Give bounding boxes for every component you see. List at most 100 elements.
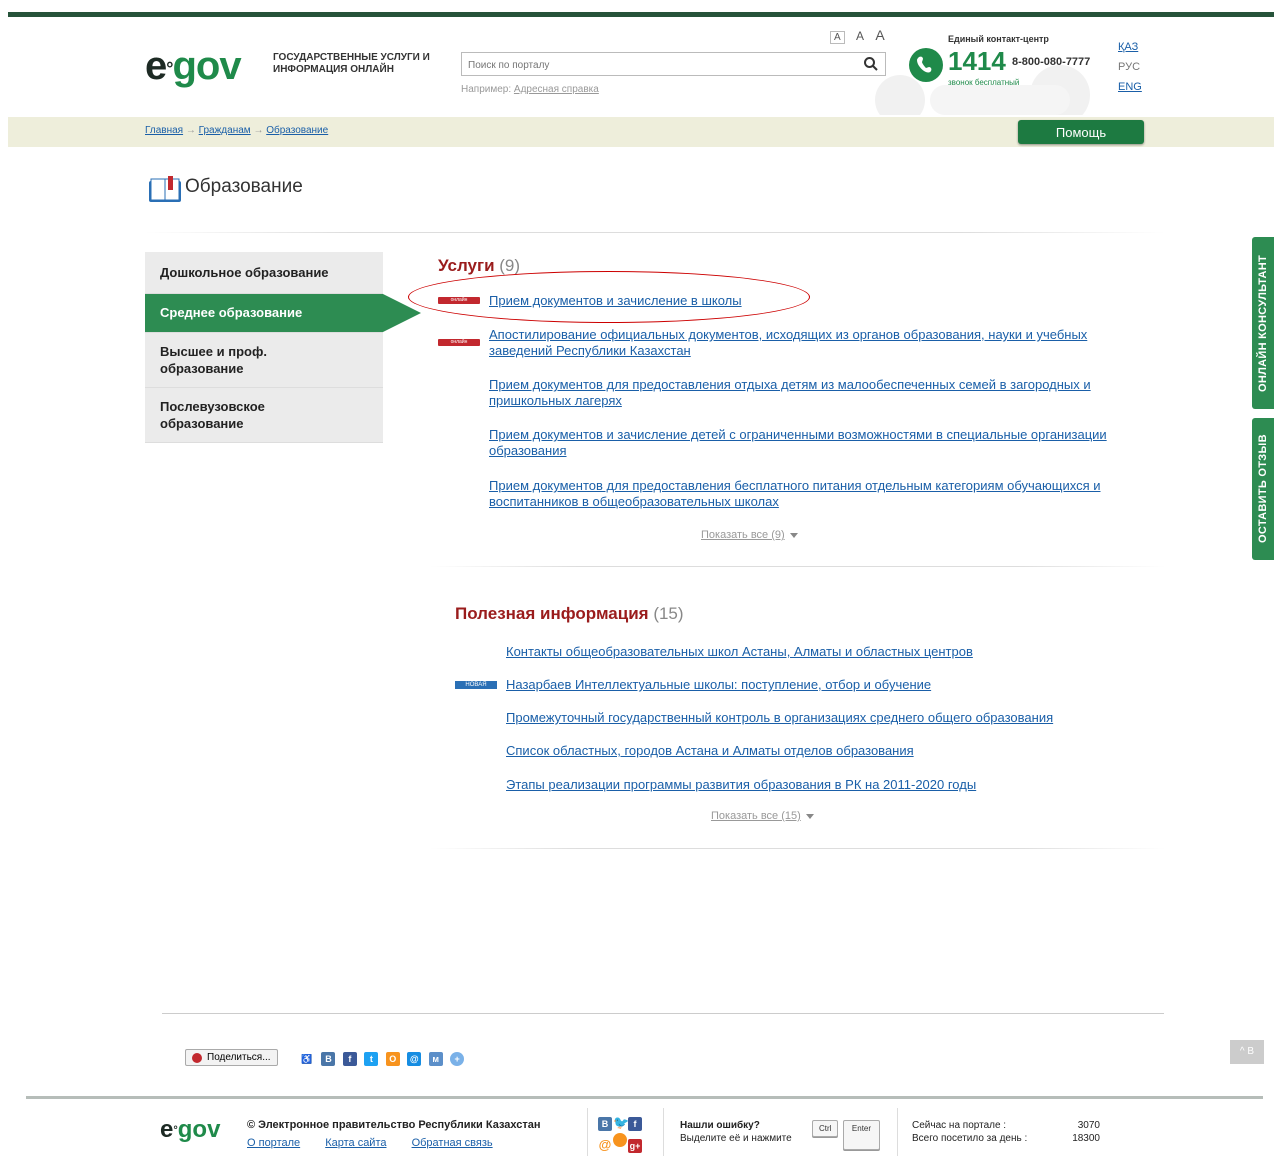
service-link[interactable]: Прием документов и зачисление детей с ог… <box>489 427 1149 459</box>
info-link[interactable]: Контакты общеобразовательных школ Астаны… <box>506 644 973 659</box>
stat-day-value: 18300 <box>1072 1133 1100 1144</box>
services-title: Услуги <box>438 256 495 275</box>
stat-day-label: Всего посетило за день : <box>912 1133 1028 1144</box>
breadcrumb-arrow-icon: → <box>253 125 267 136</box>
egov-logo[interactable]: e°gov <box>145 46 242 88</box>
chevron-down-icon <box>789 532 798 538</box>
info-link[interactable]: Этапы реализации программы развития обра… <box>506 777 976 792</box>
odnoklassniki-icon[interactable] <box>613 1133 627 1147</box>
useful-info-title: Полезная информация <box>455 604 649 623</box>
sidebar-item-label: Послевузовское образование <box>160 399 265 431</box>
phone-free-note: звонок бесплатный <box>948 78 1020 87</box>
footer-separator <box>897 1108 898 1156</box>
accessibility-icon[interactable]: ♿ <box>300 1052 314 1066</box>
service-link[interactable]: Прием документов для предоставления бесп… <box>489 478 1149 510</box>
mailru-icon[interactable]: @ <box>598 1138 612 1152</box>
footer-copyright: © Электронное правительство Республики К… <box>247 1119 541 1131</box>
footer-link-about[interactable]: О портале <box>247 1137 300 1149</box>
phone-alt-number: 8-800-080-7777 <box>1012 56 1091 68</box>
sidebar-item-label: Среднее образование <box>160 305 303 320</box>
online-badge: онлайн <box>438 339 480 346</box>
example-label: Например: <box>461 84 512 95</box>
online-consultant-tab[interactable]: ОНЛАЙН КОНСУЛЬТАНТ <box>1252 237 1274 409</box>
google-plus-icon[interactable]: g+ <box>628 1139 642 1153</box>
breadcrumb-education[interactable]: Образование <box>266 125 328 136</box>
bottom-divider <box>162 1013 1164 1014</box>
breadcrumb-home[interactable]: Главная <box>145 125 183 136</box>
service-link[interactable]: Прием документов для предоставления отды… <box>489 377 1149 409</box>
sidebar-item-postgraduate[interactable]: Послевузовское образование <box>145 388 383 443</box>
search-box <box>461 52 886 76</box>
enter-key: Enter <box>842 1120 881 1150</box>
share-button[interactable]: Поделиться... <box>185 1049 278 1066</box>
font-size-medium[interactable]: A <box>856 29 864 43</box>
lang-kaz[interactable]: ҚАЗ <box>1118 41 1138 53</box>
contact-center-title: Единый контакт-центр <box>948 34 1049 44</box>
info-link[interactable]: Назарбаев Интеллектуальные школы: поступ… <box>506 677 931 692</box>
footer-link-feedback[interactable]: Обратная связь <box>412 1137 493 1149</box>
book-icon <box>149 176 181 202</box>
font-size-switcher: A A A <box>830 27 893 44</box>
sidebar: Дошкольное образование Среднее образован… <box>145 252 421 443</box>
breadcrumb-citizens[interactable]: Гражданам <box>199 125 251 136</box>
service-link[interactable]: Апостилирование официальных документов, … <box>489 327 1149 359</box>
useful-info-count: (15) <box>653 604 684 623</box>
search-input[interactable] <box>466 54 850 76</box>
twitter-icon[interactable]: 🐦 <box>613 1116 629 1130</box>
sidebar-item-secondary[interactable]: Среднее образование <box>145 294 421 333</box>
vk-icon[interactable]: В <box>321 1051 336 1066</box>
twitter-icon[interactable]: t <box>364 1051 379 1066</box>
services-count: (9) <box>499 256 521 275</box>
share-block: Поделиться... <box>185 1049 278 1066</box>
new-badge: НОВАЯ <box>455 681 497 689</box>
share-icon <box>192 1052 202 1063</box>
sidebar-item-higher[interactable]: Высшее и проф. образование <box>145 333 383 388</box>
vk-icon[interactable]: В <box>598 1117 612 1131</box>
feedback-tab[interactable]: ОСТАВИТЬ ОТЗЫВ <box>1252 418 1274 560</box>
social-icons: ♿ В f t О @ м + <box>300 1050 467 1068</box>
services-show-all[interactable]: Показать все (9) <box>701 529 798 541</box>
footer-egov-logo[interactable]: e°gov <box>160 1116 220 1144</box>
sidebar-item-label: Дошкольное образование <box>160 265 329 280</box>
info-show-all[interactable]: Показать все (15) <box>711 810 814 822</box>
keyboard-shortcut: Ctrl Enter <box>812 1118 881 1150</box>
breadcrumb: Главная → Гражданам → Образование <box>145 125 328 136</box>
visitor-stats-labels: Сейчас на портале : Всего посетило за де… <box>912 1119 1027 1145</box>
footer-separator <box>587 1108 588 1156</box>
services-divider <box>430 566 1165 567</box>
footer-link-sitemap[interactable]: Карта сайта <box>325 1137 386 1149</box>
visitor-stats-values: 3070 18300 <box>1068 1119 1100 1145</box>
scroll-to-top-button[interactable]: ^ В <box>1230 1040 1264 1064</box>
lang-rus[interactable]: РУС <box>1118 61 1140 73</box>
highlight-ellipse <box>408 271 810 323</box>
moi-mir-icon[interactable]: м <box>428 1051 443 1066</box>
sidebar-item-preschool[interactable]: Дошкольное образование <box>145 252 383 294</box>
error-title: Нашли ошибку? <box>680 1120 760 1131</box>
footer-links: О портале Карта сайта Обратная связь <box>247 1137 515 1149</box>
services-show-all-link[interactable]: Показать все (9) <box>701 529 785 541</box>
info-divider <box>430 848 1165 849</box>
example-link[interactable]: Адресная справка <box>514 84 599 95</box>
more-share-icon[interactable]: + <box>450 1051 465 1066</box>
lang-eng[interactable]: ENG <box>1118 81 1142 93</box>
facebook-icon[interactable]: f <box>628 1117 642 1131</box>
useful-info-heading: Полезная информация (15) <box>455 604 684 624</box>
facebook-icon[interactable]: f <box>342 1051 357 1066</box>
info-show-all-link[interactable]: Показать все (15) <box>711 810 801 822</box>
info-link[interactable]: Список областных, городов Астана и Алмат… <box>506 743 914 758</box>
site-tagline: ГОСУДАРСТВЕННЫЕ УСЛУГИ И ИНФОРМАЦИЯ ОНЛА… <box>273 52 430 75</box>
services-heading: Услуги (9) <box>438 256 520 276</box>
info-link[interactable]: Промежуточный государственный контроль в… <box>506 710 1053 725</box>
share-label: Поделиться... <box>207 1052 271 1063</box>
mailru-icon[interactable]: @ <box>407 1051 422 1066</box>
footer-social-icons: В 🐦 f @ g+ <box>598 1114 658 1155</box>
help-button[interactable]: Помощь <box>1018 120 1144 144</box>
font-size-large[interactable]: A <box>875 27 884 43</box>
ctrl-key: Ctrl <box>812 1120 839 1137</box>
search-icon[interactable] <box>863 56 879 72</box>
search-example: Например: Адресная справка <box>461 84 599 95</box>
font-size-small[interactable]: A <box>830 31 845 44</box>
odnoklassniki-icon[interactable]: О <box>385 1051 400 1066</box>
phone-number: 1414 <box>948 46 1006 76</box>
page-title: Образование <box>185 176 303 197</box>
